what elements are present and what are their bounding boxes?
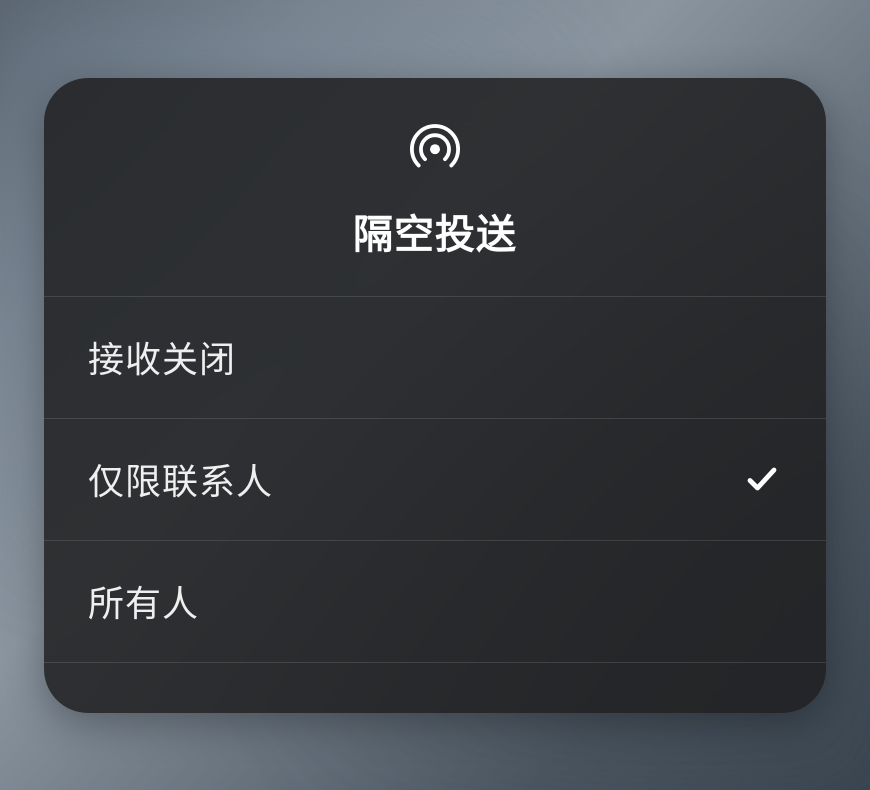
panel-footer-space [44, 663, 826, 713]
panel-title: 隔空投送 [353, 202, 517, 260]
option-contacts-only[interactable]: 仅限联系人 [44, 419, 826, 541]
options-list: 接收关闭 仅限联系人 所有人 [44, 297, 826, 663]
airdrop-settings-panel: 隔空投送 接收关闭 仅限联系人 所有人 [44, 78, 826, 713]
option-label: 仅限联系人 [88, 453, 273, 505]
option-label: 接收关闭 [88, 331, 236, 383]
option-everyone[interactable]: 所有人 [44, 541, 826, 663]
checkmark-icon [744, 461, 780, 497]
airdrop-icon [406, 122, 464, 180]
option-receiving-off[interactable]: 接收关闭 [44, 297, 826, 419]
panel-header: 隔空投送 [44, 78, 826, 297]
option-label: 所有人 [88, 575, 199, 627]
